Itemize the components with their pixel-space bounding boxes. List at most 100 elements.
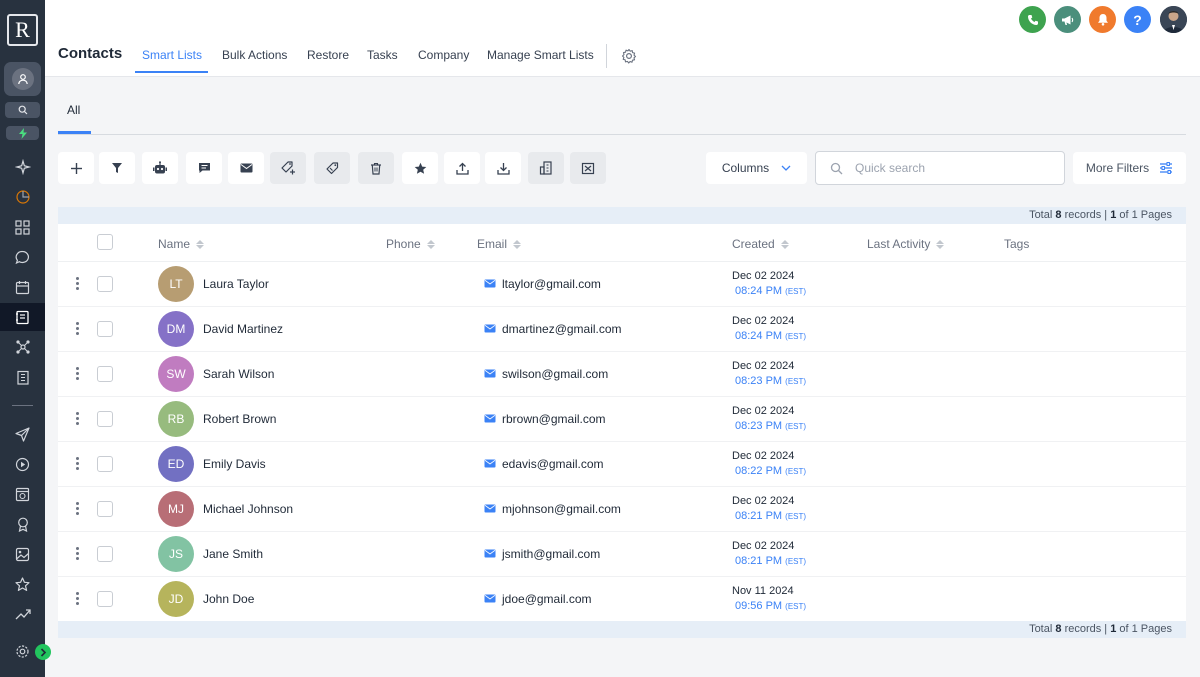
- sidebar-item-automation-play[interactable]: [0, 450, 45, 478]
- select-all-checkbox[interactable]: [97, 234, 113, 250]
- row-checkbox[interactable]: [97, 276, 113, 292]
- sidebar-item-company[interactable]: [0, 363, 45, 391]
- table-row[interactable]: ED Emily Davis edavis@gmail.com Dec 02 2…: [58, 442, 1186, 487]
- contact-email[interactable]: edavis@gmail.com: [502, 457, 604, 471]
- row-checkbox[interactable]: [97, 546, 113, 562]
- smart-list-settings-button[interactable]: [621, 48, 637, 69]
- contact-name[interactable]: Sarah Wilson: [203, 367, 274, 381]
- avatar: JS: [158, 536, 194, 572]
- add-tag-button[interactable]: [270, 152, 306, 184]
- row-menu-icon[interactable]: [76, 592, 80, 605]
- delete-contacts-button[interactable]: [358, 152, 394, 184]
- send-email-button[interactable]: [228, 152, 264, 184]
- sidebar-item-reporting[interactable]: [0, 600, 45, 628]
- sidebar-item-marketing[interactable]: [0, 420, 45, 448]
- sidebar-search-button[interactable]: [5, 102, 40, 118]
- sidebar-item-ai[interactable]: [0, 153, 45, 181]
- sidebar-item-contacts[interactable]: [0, 303, 45, 331]
- row-menu-icon[interactable]: [76, 412, 80, 425]
- sidebar-item-reputation[interactable]: [0, 510, 45, 538]
- row-menu-icon[interactable]: [76, 322, 80, 335]
- help-button[interactable]: ?: [1124, 6, 1151, 33]
- subtab-all[interactable]: All: [67, 103, 80, 117]
- trash-icon: [371, 162, 381, 175]
- column-header-last-activity[interactable]: Last Activity: [867, 237, 945, 251]
- sidebar-item-calendars[interactable]: [0, 273, 45, 301]
- row-menu-icon[interactable]: [76, 277, 80, 290]
- row-checkbox[interactable]: [97, 456, 113, 472]
- table-row[interactable]: LT Laura Taylor ltaylor@gmail.com Dec 02…: [58, 262, 1186, 307]
- user-avatar[interactable]: [1160, 6, 1187, 33]
- account-switcher[interactable]: [4, 62, 41, 96]
- sidebar-item-sites[interactable]: [0, 480, 45, 508]
- announcements-button[interactable]: [1054, 6, 1081, 33]
- tab-bulk-actions[interactable]: Bulk Actions: [222, 48, 287, 62]
- row-menu-icon[interactable]: [76, 367, 80, 380]
- row-checkbox[interactable]: [97, 591, 113, 607]
- import-button[interactable]: [485, 152, 521, 184]
- contact-email[interactable]: swilson@gmail.com: [502, 367, 608, 381]
- table-row[interactable]: JS Jane Smith jsmith@gmail.com Dec 02 20…: [58, 532, 1186, 577]
- send-sms-button[interactable]: [186, 152, 222, 184]
- contact-name[interactable]: Jane Smith: [203, 547, 263, 561]
- table-row[interactable]: MJ Michael Johnson mjohnson@gmail.com De…: [58, 487, 1186, 532]
- filter-button[interactable]: [99, 152, 135, 184]
- table-row[interactable]: DM David Martinez dmartinez@gmail.com De…: [58, 307, 1186, 352]
- column-header-name[interactable]: Name: [158, 237, 205, 251]
- contact-email[interactable]: mjohnson@gmail.com: [502, 502, 621, 516]
- add-contact-button[interactable]: [58, 152, 94, 184]
- sidebar-item-launchpad[interactable]: [0, 183, 45, 211]
- add-to-company-button[interactable]: [528, 152, 564, 184]
- columns-dropdown[interactable]: Columns: [706, 152, 807, 184]
- tab-company[interactable]: Company: [418, 48, 469, 62]
- tab-restore[interactable]: Restore: [307, 48, 349, 62]
- tab-manage-smart-lists[interactable]: Manage Smart Lists: [487, 48, 594, 62]
- contact-name[interactable]: John Doe: [203, 592, 254, 606]
- contact-email[interactable]: ltaylor@gmail.com: [502, 277, 601, 291]
- sidebar-item-automation[interactable]: [0, 333, 45, 361]
- row-checkbox[interactable]: [97, 366, 113, 382]
- created-date: Dec 02 2024: [732, 450, 795, 462]
- contact-name[interactable]: Laura Taylor: [203, 277, 269, 291]
- remove-tag-button[interactable]: [314, 152, 350, 184]
- row-checkbox[interactable]: [97, 411, 113, 427]
- column-header-phone[interactable]: Phone: [386, 237, 435, 251]
- contact-name[interactable]: Emily Davis: [203, 457, 266, 471]
- page-title: Contacts: [58, 45, 123, 62]
- add-to-favorites-button[interactable]: [402, 152, 438, 184]
- more-filters-button[interactable]: More Filters: [1073, 152, 1186, 184]
- notifications-button[interactable]: [1089, 6, 1116, 33]
- sidebar-item-media[interactable]: [0, 540, 45, 568]
- tab-tasks[interactable]: Tasks: [367, 48, 398, 62]
- add-to-automation-button[interactable]: [142, 152, 178, 184]
- column-header-email[interactable]: Email: [477, 237, 522, 251]
- app-logo[interactable]: R: [7, 14, 38, 46]
- table-row[interactable]: SW Sarah Wilson swilson@gmail.com Dec 02…: [58, 352, 1186, 397]
- table-row[interactable]: RB Robert Brown rbrown@gmail.com Dec 02 …: [58, 397, 1186, 442]
- sidebar-item-conversations[interactable]: [0, 243, 45, 271]
- sidebar-quick-actions-button[interactable]: [6, 126, 39, 140]
- column-header-created[interactable]: Created: [732, 237, 789, 251]
- sidebar-item-dashboard[interactable]: [0, 213, 45, 241]
- export-button[interactable]: [444, 152, 480, 184]
- contact-name[interactable]: Robert Brown: [203, 412, 276, 426]
- sidebar-item-favorites[interactable]: [0, 570, 45, 598]
- quick-search-input[interactable]: [855, 161, 1045, 175]
- merge-contacts-button[interactable]: [570, 152, 606, 184]
- row-checkbox[interactable]: [97, 501, 113, 517]
- contact-name[interactable]: Michael Johnson: [203, 502, 293, 516]
- row-menu-icon[interactable]: [76, 457, 80, 470]
- phone-button[interactable]: [1019, 6, 1046, 33]
- sidebar-expand-button[interactable]: [35, 644, 51, 660]
- contact-email[interactable]: dmartinez@gmail.com: [502, 322, 622, 336]
- contact-email[interactable]: jsmith@gmail.com: [502, 547, 600, 561]
- contact-email[interactable]: rbrown@gmail.com: [502, 412, 606, 426]
- row-menu-icon[interactable]: [76, 502, 80, 515]
- quick-search-field[interactable]: [815, 151, 1065, 185]
- row-checkbox[interactable]: [97, 321, 113, 337]
- contact-email[interactable]: jdoe@gmail.com: [502, 592, 592, 606]
- table-row[interactable]: JD John Doe jdoe@gmail.com Nov 11 2024 0…: [58, 577, 1186, 622]
- row-menu-icon[interactable]: [76, 547, 80, 560]
- contact-name[interactable]: David Martinez: [203, 322, 283, 336]
- tab-smart-lists[interactable]: Smart Lists: [142, 48, 202, 62]
